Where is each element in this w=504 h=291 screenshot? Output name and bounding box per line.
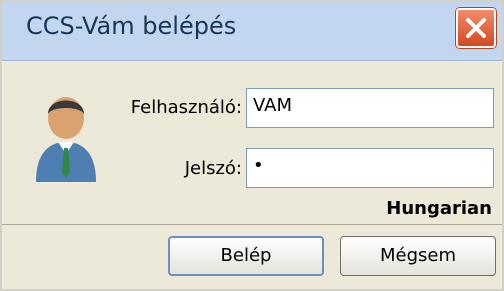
cancel-button[interactable]: Mégsem bbox=[340, 236, 496, 276]
username-label: Felhasználó: bbox=[130, 97, 242, 118]
user-avatar-icon bbox=[36, 97, 96, 182]
password-label: Jelszó: bbox=[184, 158, 242, 179]
title-bar: CCS-Vám belépés bbox=[2, 2, 502, 61]
login-button[interactable]: Belép bbox=[168, 236, 324, 276]
close-button[interactable] bbox=[456, 8, 496, 48]
username-field[interactable]: VAM bbox=[246, 88, 494, 128]
language-indicator: Hungarian bbox=[386, 198, 492, 219]
password-field[interactable]: • bbox=[246, 148, 494, 188]
window-title: CCS-Vám belépés bbox=[26, 12, 237, 40]
login-dialog: CCS-Vám belépés Felhasználó: VAM Jelszó:… bbox=[0, 0, 504, 291]
separator bbox=[2, 224, 502, 225]
close-icon bbox=[466, 18, 486, 38]
